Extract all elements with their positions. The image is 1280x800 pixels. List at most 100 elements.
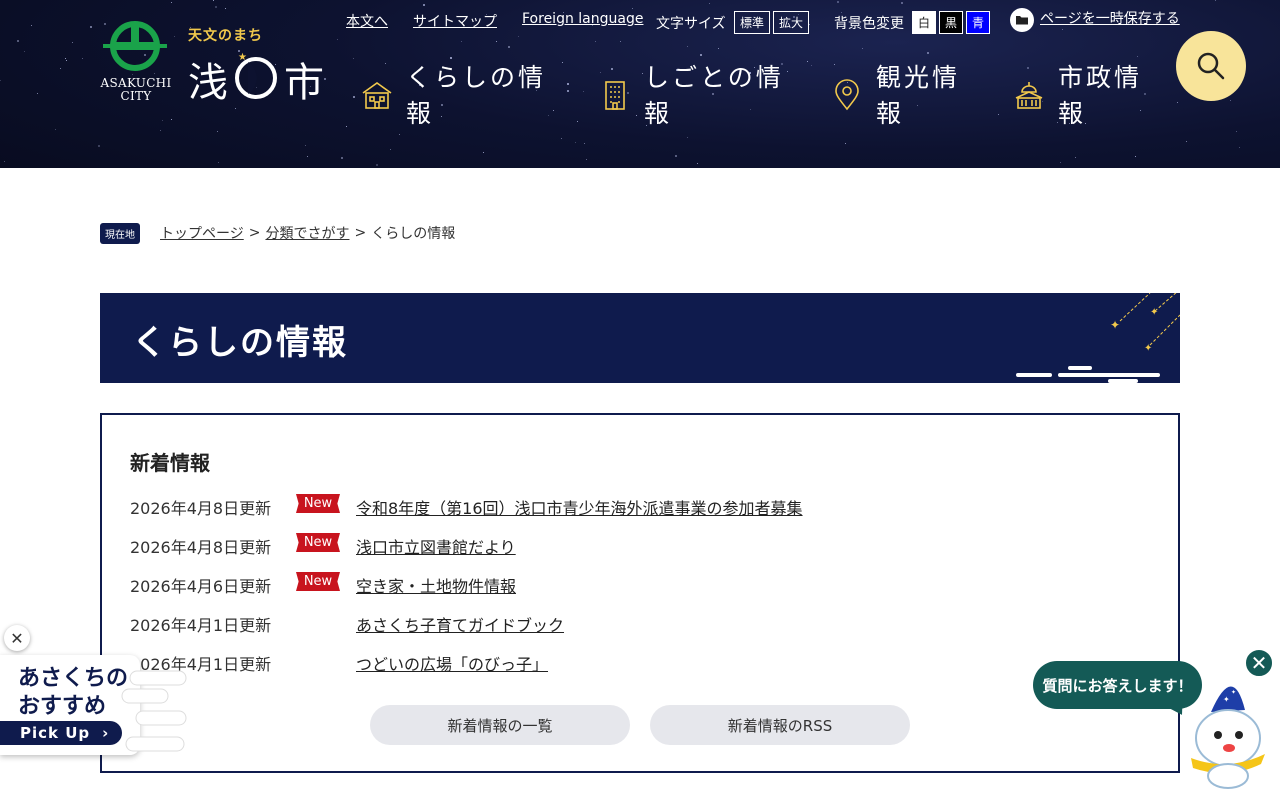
city-hall-icon bbox=[1015, 82, 1043, 109]
star-dot bbox=[218, 162, 219, 163]
pickup-banner[interactable]: あさくちの おすすめ Pick Up › bbox=[0, 655, 190, 757]
nav-label: 市政情報 bbox=[1058, 63, 1143, 128]
news-link[interactable]: 令和8年度（第16回）浅口市青少年海外派遣事業の参加者募集 bbox=[356, 495, 803, 519]
building-icon bbox=[605, 81, 625, 110]
news-section: 新着情報 2026年4月8日更新 New 令和8年度（第16回）浅口市青少年海外… bbox=[100, 413, 1180, 773]
star-dot bbox=[1137, 56, 1138, 57]
news-list-button[interactable]: 新着情報の一覧 bbox=[370, 705, 630, 745]
star-dot bbox=[901, 2, 903, 4]
star-dot bbox=[584, 143, 585, 144]
foreign-language-link[interactable]: Foreign language bbox=[522, 11, 643, 27]
font-size-label: 文字サイズ bbox=[656, 16, 726, 32]
svg-text:✦: ✦ bbox=[1144, 343, 1152, 354]
news-list: 2026年4月8日更新 New 令和8年度（第16回）浅口市青少年海外派遣事業の… bbox=[130, 494, 1130, 690]
star-dot bbox=[341, 157, 343, 159]
breadcrumb: 現在地 トップページ > 分類でさがす > くらしの情報 bbox=[100, 222, 455, 244]
breadcrumb-separator: > bbox=[248, 225, 261, 241]
news-item: 2026年4月6日更新 New 空き家・土地物件情報 bbox=[130, 572, 1130, 612]
svg-text:✦: ✦ bbox=[1223, 695, 1230, 704]
svg-text:✦: ✦ bbox=[1110, 318, 1120, 332]
news-link[interactable]: 浅口市立図書館だより bbox=[356, 534, 516, 558]
nav-item-kurashi[interactable]: くらしの情報 bbox=[360, 60, 560, 134]
star-dot bbox=[845, 143, 846, 144]
page-title: くらしの情報 bbox=[132, 323, 348, 363]
folder-icon bbox=[1010, 8, 1034, 32]
house-icon bbox=[362, 82, 392, 109]
nav-label: 観光情報 bbox=[876, 63, 961, 128]
search-button[interactable] bbox=[1176, 31, 1246, 101]
star-dot bbox=[837, 1, 839, 3]
news-date: 2026年4月6日更新 bbox=[130, 577, 272, 596]
news-item: 2026年4月1日更新 つどいの広場「のびっ子」 bbox=[130, 651, 1130, 690]
news-link[interactable]: あさくち子育てガイドブック bbox=[356, 612, 564, 636]
bg-black-button[interactable]: 黒 bbox=[939, 11, 963, 34]
star-dot bbox=[1075, 157, 1076, 158]
pickup-title: あさくちの おすすめ bbox=[18, 666, 129, 719]
new-badge: New bbox=[296, 572, 340, 591]
skip-to-content-link[interactable]: 本文へ bbox=[346, 11, 388, 31]
nav-item-shisei[interactable]: 市政情報 bbox=[1012, 60, 1162, 134]
close-icon: ✕ bbox=[10, 628, 24, 648]
save-page-link[interactable]: ページを一時保存する bbox=[1010, 8, 1180, 32]
news-link[interactable]: 空き家・土地物件情報 bbox=[356, 573, 516, 597]
header-bottom-band bbox=[0, 168, 1280, 212]
breadcrumb-link-top[interactable]: トップページ bbox=[160, 223, 244, 243]
star-dot bbox=[4, 161, 5, 162]
star-dot bbox=[927, 52, 929, 54]
save-page-label: ページを一時保存する bbox=[1040, 11, 1180, 27]
bg-color-label: 背景色変更 bbox=[834, 16, 904, 32]
nav-item-shigoto[interactable]: しごとの情報 bbox=[598, 60, 798, 134]
star-dot bbox=[687, 46, 688, 47]
star-dot bbox=[675, 155, 677, 157]
sitemap-link[interactable]: サイトマップ bbox=[413, 11, 497, 31]
nav-item-kanko[interactable]: 観光情報 bbox=[830, 60, 980, 134]
star-dot bbox=[423, 4, 425, 6]
utility-bar: 本文へ サイトマップ Foreign language 文字サイズ 標準 拡大 … bbox=[0, 8, 1280, 36]
star-dot bbox=[508, 46, 510, 48]
star-dot bbox=[718, 48, 719, 49]
current-location-badge: 現在地 bbox=[100, 222, 140, 244]
star-dot bbox=[65, 58, 66, 59]
font-size-large-button[interactable]: 拡大 bbox=[773, 11, 809, 34]
news-heading: 新着情報 bbox=[130, 451, 210, 475]
star-dot bbox=[1060, 162, 1061, 163]
star-dot bbox=[305, 145, 306, 146]
global-nav: くらしの情報 しごとの情報 観光情報 市政情報 bbox=[0, 60, 1280, 140]
star-dot bbox=[575, 142, 576, 143]
star-dot bbox=[697, 163, 698, 164]
star-dot bbox=[82, 58, 83, 59]
breadcrumb-link-category[interactable]: 分類でさがす bbox=[265, 223, 349, 243]
star-dot bbox=[337, 39, 338, 40]
map-pin-icon bbox=[835, 79, 859, 111]
star-dot bbox=[1215, 0, 1216, 1]
star-dot bbox=[461, 41, 462, 42]
star-dot bbox=[450, 57, 452, 59]
site-header: ASAKUCHI CITY 天文のまち 浅 市 ★ 本文へ サイトマップ For… bbox=[0, 0, 1280, 212]
bg-blue-button[interactable]: 青 bbox=[966, 11, 990, 34]
star-dot bbox=[376, 164, 378, 166]
pickup-button[interactable]: Pick Up › bbox=[0, 721, 122, 745]
star-dot bbox=[1239, 147, 1240, 148]
mascot-chatbot-icon[interactable]: ✦ ✦ bbox=[1183, 672, 1273, 792]
star-dot bbox=[24, 51, 25, 52]
star-dot bbox=[595, 41, 596, 42]
news-item: 2026年4月1日更新 あさくち子育てガイドブック bbox=[130, 612, 1130, 651]
news-rss-button[interactable]: 新着情報のRSS bbox=[650, 705, 910, 745]
star-dot bbox=[483, 152, 484, 153]
news-link[interactable]: つどいの広場「のびっ子」 bbox=[356, 651, 548, 675]
font-size-standard-button[interactable]: 標準 bbox=[734, 11, 770, 34]
news-date: 2026年4月8日更新 bbox=[130, 499, 272, 518]
pickup-close-button[interactable]: ✕ bbox=[4, 625, 30, 651]
news-date: 2026年4月8日更新 bbox=[130, 538, 272, 557]
star-dot bbox=[72, 42, 73, 43]
bg-white-button[interactable]: 白 bbox=[912, 11, 936, 34]
star-dot bbox=[518, 36, 519, 37]
nav-label: しごとの情報 bbox=[644, 63, 784, 128]
svg-text:✦: ✦ bbox=[1231, 689, 1236, 696]
news-item: 2026年4月8日更新 New 令和8年度（第16回）浅口市青少年海外派遣事業の… bbox=[130, 494, 1130, 534]
star-dot bbox=[586, 159, 587, 160]
star-dot bbox=[862, 48, 863, 49]
star-dot bbox=[390, 149, 391, 150]
star-dot bbox=[307, 156, 308, 157]
shooting-star-decoration: ✦ ✦ ✦ bbox=[1016, 293, 1180, 383]
